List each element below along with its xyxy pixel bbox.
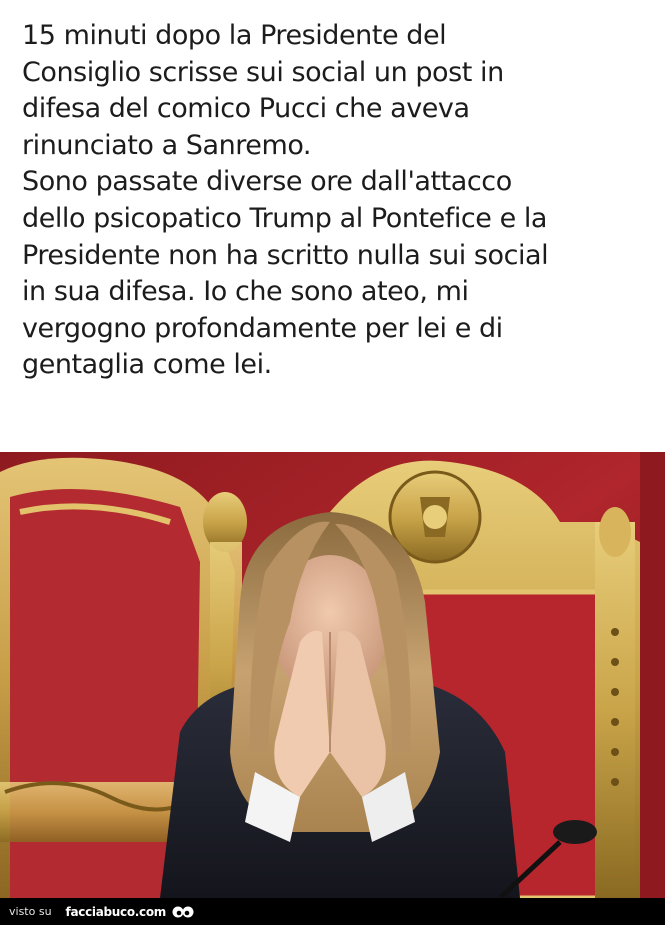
watermark-footer: visto su facciabuco.com (0, 898, 665, 925)
post-line: Sono passate diverse ore dall'attacco (22, 166, 512, 198)
meme-page: 15 minuti dopo la Presidente del Consigl… (0, 0, 665, 925)
eyes-icon (172, 905, 194, 919)
post-line: dello psicopatico Trump al Pontefice e l… (22, 202, 548, 234)
photo-illustration (0, 452, 665, 898)
post-line: Consiglio scrisse sui social un post in (22, 56, 504, 88)
post-line: Presidente non ha scritto nulla sui soci… (22, 239, 549, 271)
post-line: difesa del comico Pucci che aveva (22, 93, 470, 125)
post-line: in sua difesa. Io che sono ateo, mi (22, 276, 469, 308)
visto-su-label: visto su (9, 905, 52, 918)
brand-name[interactable]: facciabuco.com (66, 905, 167, 919)
post-line: gentaglia come lei. (22, 349, 272, 381)
post-line: 15 minuti dopo la Presidente del (22, 20, 447, 51)
post-line: vergogno profondamente per lei e di (22, 312, 503, 344)
post-text: 15 minuti dopo la Presidente del Consigl… (22, 18, 647, 384)
post-line: rinunciato a Sanremo. (22, 129, 312, 161)
photo (0, 452, 665, 898)
